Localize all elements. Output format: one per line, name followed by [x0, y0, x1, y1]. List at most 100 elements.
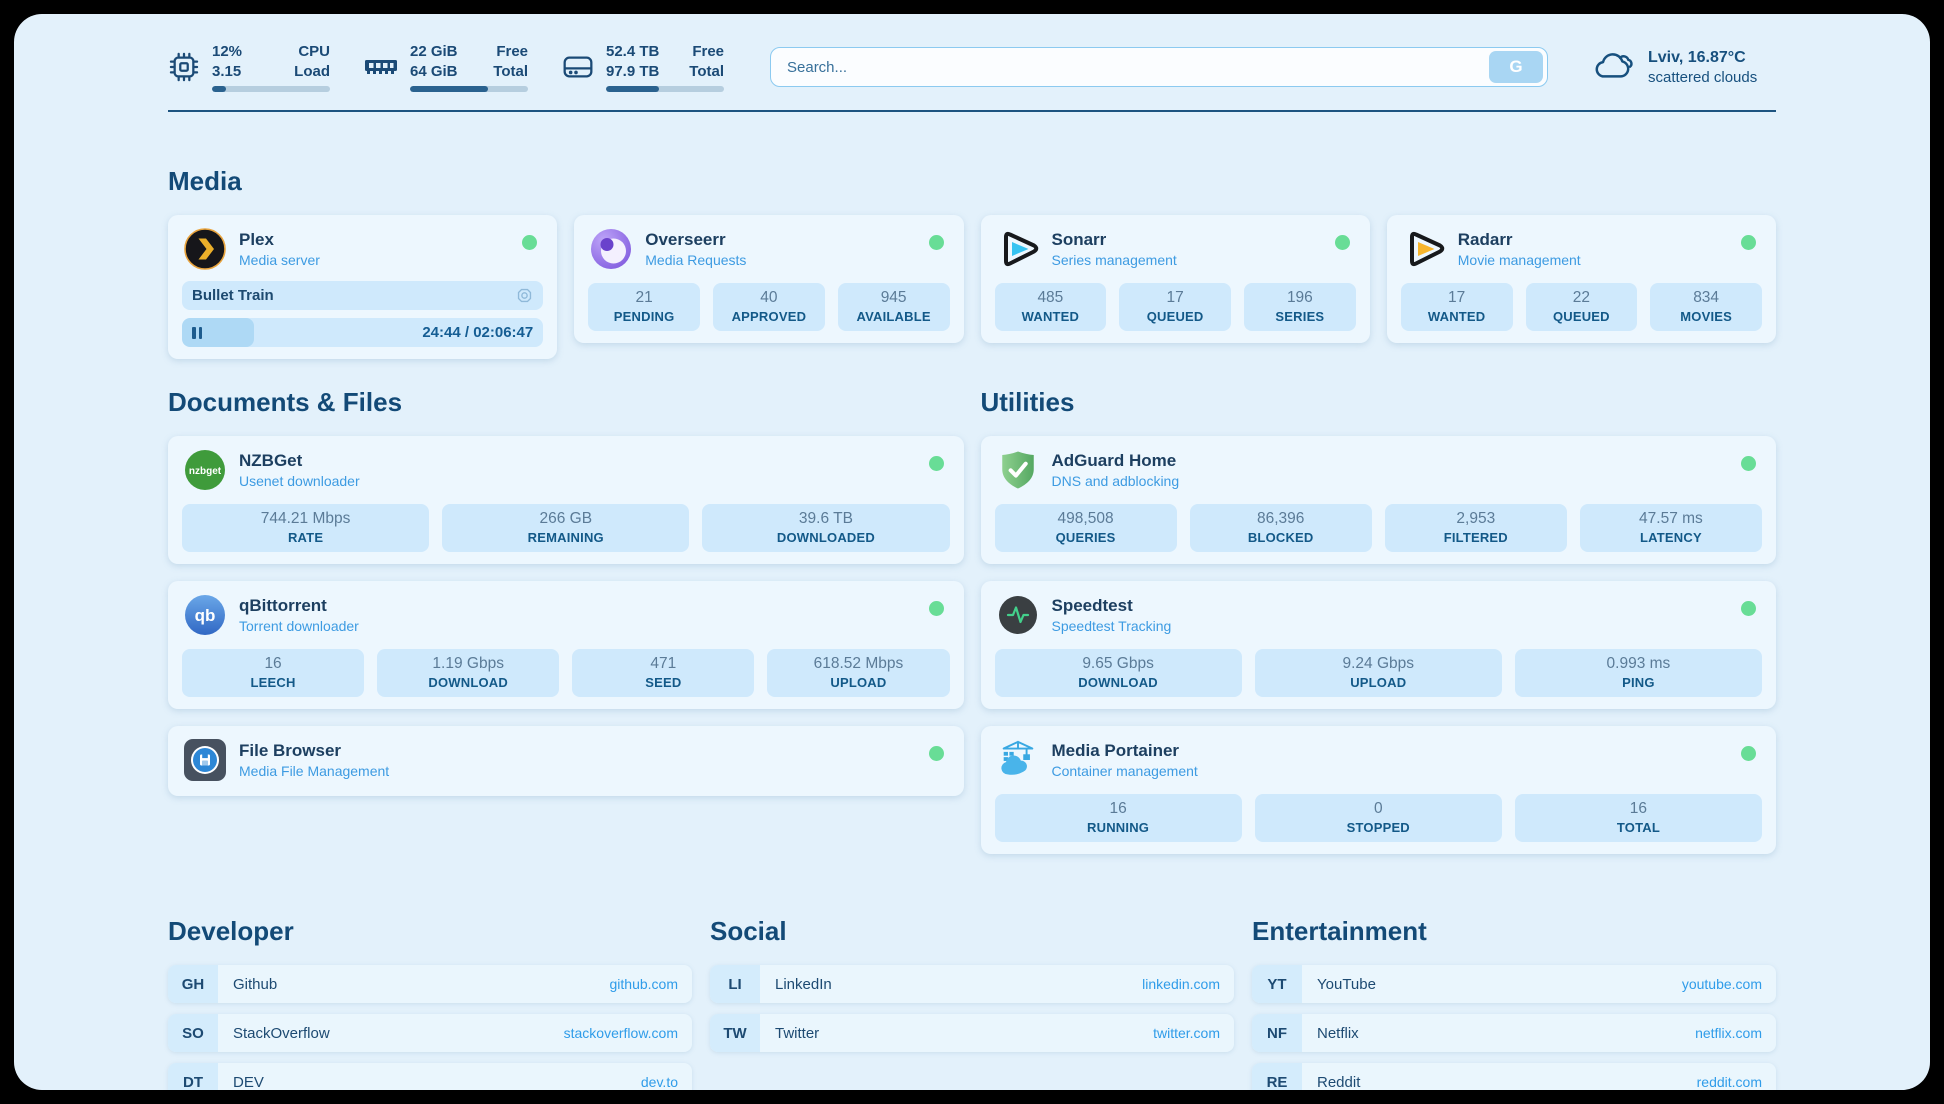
svg-text:nzbget: nzbget: [189, 466, 222, 477]
disk-label-1: Free: [689, 42, 724, 62]
service-title: Media Portainer: [1052, 741, 1198, 761]
bookmark-abbr: DT: [168, 1063, 218, 1090]
bookmark-youtube[interactable]: YT YouTube youtube.com: [1252, 965, 1776, 1003]
service-title: File Browser: [239, 741, 389, 761]
stat-tile: 0.993 msPING: [1515, 649, 1762, 697]
cpu-icon: [168, 51, 200, 83]
service-title: Speedtest: [1052, 596, 1172, 616]
stat-tile: 16RUNNING: [995, 794, 1242, 842]
bookmark-stackoverflow[interactable]: SO StackOverflow stackoverflow.com: [168, 1014, 692, 1052]
nzbget-icon: nzbget: [184, 449, 226, 491]
ram-progress-track: [410, 86, 528, 92]
search-bar: G: [770, 47, 1548, 87]
stat-tile: 17WANTED: [1401, 283, 1513, 331]
filebrowser-icon: [184, 739, 226, 781]
bookmark-github[interactable]: GH Github github.com: [168, 965, 692, 1003]
service-title: Radarr: [1458, 230, 1581, 250]
cloud-icon: [1590, 47, 1636, 88]
bookmark-abbr: LI: [710, 965, 760, 1003]
status-dot: [929, 235, 944, 250]
status-dot: [1741, 601, 1756, 616]
sonarr-icon: [997, 228, 1039, 270]
radarr-icon: [1403, 228, 1445, 270]
section-heading-utilities: Utilities: [981, 387, 1777, 418]
service-title: Plex: [239, 230, 320, 250]
bookmark-url: netflix.com: [1695, 1025, 1762, 1041]
stat-tile: 744.21 MbpsRATE: [182, 504, 429, 552]
search-input[interactable]: [770, 47, 1548, 87]
cpu-progress-track: [212, 86, 330, 92]
dashboard-panel: 12%3.15 CPULoad 22 GiB64 GiB: [14, 14, 1930, 1090]
stat-tile: 1.19 GbpsDOWNLOAD: [377, 649, 559, 697]
weather-condition: scattered clouds: [1648, 69, 1757, 86]
section-heading-media: Media: [168, 166, 1776, 197]
bookmark-name: LinkedIn: [775, 976, 832, 993]
ram-icon: [364, 56, 398, 78]
ram-progress-fill: [410, 86, 488, 92]
bookmark-group-developer: Developer GH Github github.com SO StackO…: [168, 916, 692, 1090]
bookmark-name: Netflix: [1317, 1025, 1359, 1042]
service-subtitle: Torrent downloader: [239, 618, 359, 634]
stat-tile: 39.6 TBDOWNLOADED: [702, 504, 949, 552]
pause-icon[interactable]: [192, 327, 202, 339]
status-dot: [522, 235, 537, 250]
plex-icon: [184, 228, 226, 270]
cpu-load-avg: 3.15: [212, 62, 242, 82]
bookmark-twitter[interactable]: TW Twitter twitter.com: [710, 1014, 1234, 1052]
service-subtitle: Container management: [1052, 763, 1198, 779]
status-dot: [929, 601, 944, 616]
service-card-qbittorrent[interactable]: qb qBittorrent Torrent downloader 16LEEC…: [168, 581, 964, 709]
now-playing-title: Bullet Train: [192, 287, 516, 304]
bookmark-name: Github: [233, 976, 277, 993]
stat-tile: 834MOVIES: [1650, 283, 1762, 331]
section-heading-developer: Developer: [168, 916, 692, 947]
service-card-speedtest[interactable]: Speedtest Speedtest Tracking 9.65 GbpsDO…: [981, 581, 1777, 709]
service-card-sonarr[interactable]: Sonarr Series management 485WANTED 17QUE…: [981, 215, 1370, 343]
service-title: Sonarr: [1052, 230, 1177, 250]
stat-tile: 9.65 GbpsDOWNLOAD: [995, 649, 1242, 697]
stat-tile: 618.52 MbpsUPLOAD: [767, 649, 949, 697]
stat-tile: 22QUEUED: [1526, 283, 1638, 331]
service-subtitle: Speedtest Tracking: [1052, 618, 1172, 634]
bookmark-abbr: RE: [1252, 1063, 1302, 1090]
disk-total: 97.9 TB: [606, 62, 659, 82]
qbittorrent-icon: qb: [184, 594, 226, 636]
status-dot: [929, 746, 944, 761]
status-dot: [929, 456, 944, 471]
search-engine-button[interactable]: G: [1489, 51, 1543, 83]
stat-tile: 485WANTED: [995, 283, 1107, 331]
service-card-radarr[interactable]: Radarr Movie management 17WANTED 22QUEUE…: [1387, 215, 1776, 343]
service-card-plex[interactable]: Plex Media server Bullet Train: [168, 215, 557, 359]
stat-tile: 2,953FILTERED: [1385, 504, 1567, 552]
speedtest-icon: [997, 594, 1039, 636]
ram-label-2: Total: [493, 62, 528, 82]
bookmark-name: Twitter: [775, 1025, 819, 1042]
service-card-adguard[interactable]: AdGuard Home DNS and adblocking 498,508Q…: [981, 436, 1777, 564]
service-title: NZBGet: [239, 451, 360, 471]
bookmark-name: StackOverflow: [233, 1025, 330, 1042]
bookmark-name: Reddit: [1317, 1074, 1360, 1091]
disk-widget: 52.4 TB97.9 TB FreeTotal: [562, 42, 724, 92]
service-card-filebrowser[interactable]: File Browser Media File Management: [168, 726, 964, 796]
top-bar: 12%3.15 CPULoad 22 GiB64 GiB: [168, 42, 1776, 92]
bookmark-netflix[interactable]: NF Netflix netflix.com: [1252, 1014, 1776, 1052]
stat-tile: 266 GBREMAINING: [442, 504, 689, 552]
cpu-label-1: CPU: [294, 42, 330, 62]
portainer-icon: [997, 739, 1039, 781]
service-card-overseerr[interactable]: Overseerr Media Requests 21PENDING 40APP…: [574, 215, 963, 343]
bookmark-group-entertainment: Entertainment YT YouTube youtube.com NF …: [1252, 916, 1776, 1090]
bookmark-dev[interactable]: DT DEV dev.to: [168, 1063, 692, 1090]
service-card-portainer[interactable]: Media Portainer Container management 16R…: [981, 726, 1777, 854]
adguard-icon: [997, 449, 1039, 491]
bookmark-linkedin[interactable]: LI LinkedIn linkedin.com: [710, 965, 1234, 1003]
stat-tile: 471SEED: [572, 649, 754, 697]
bookmark-url: reddit.com: [1697, 1074, 1762, 1090]
bookmark-reddit[interactable]: RE Reddit reddit.com: [1252, 1063, 1776, 1090]
playback-progress-row[interactable]: 24:44 / 02:06:47: [182, 318, 543, 347]
svg-text:qb: qb: [195, 606, 216, 625]
stream-info-icon[interactable]: [516, 287, 533, 304]
service-card-nzbget[interactable]: nzbget NZBGet Usenet downloader 744.21 M…: [168, 436, 964, 564]
system-stats: 12%3.15 CPULoad 22 GiB64 GiB: [168, 42, 724, 92]
bookmark-group-social: Social LI LinkedIn linkedin.com TW Twitt…: [710, 916, 1234, 1090]
bookmark-url: dev.to: [641, 1074, 678, 1090]
